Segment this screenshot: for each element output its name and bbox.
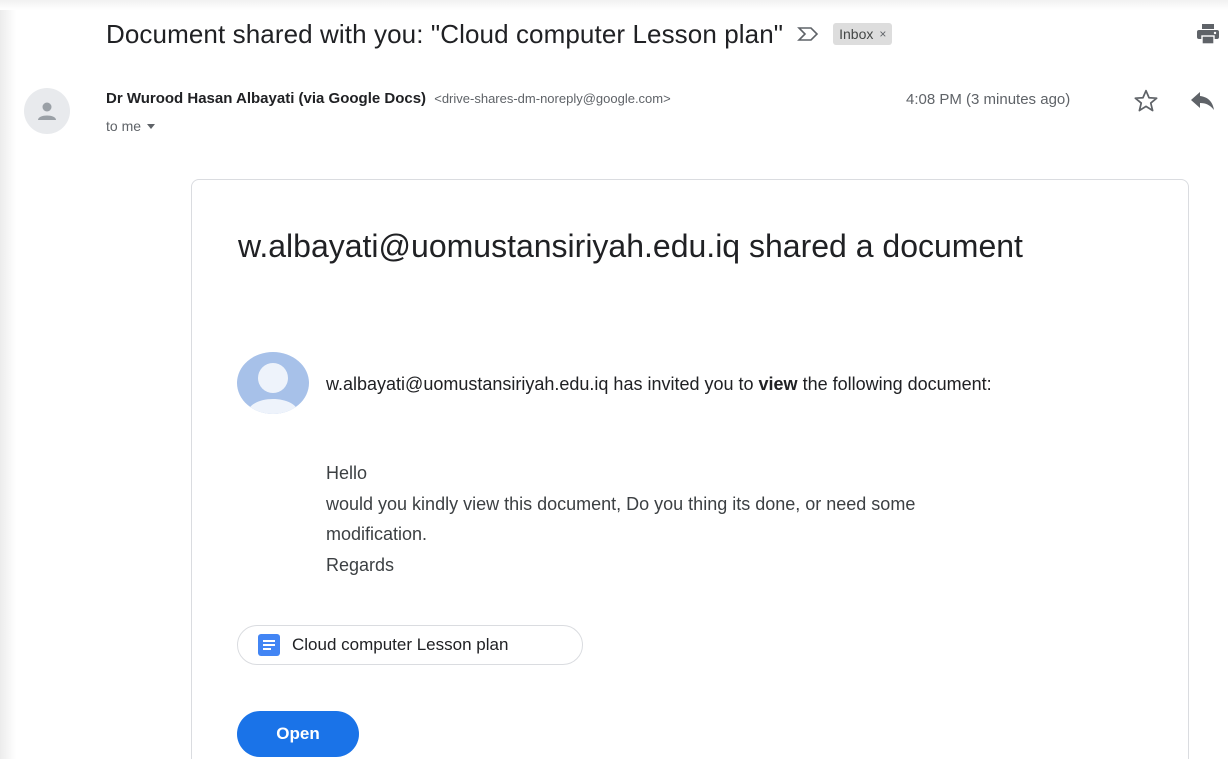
page-left-shadow [0, 0, 16, 759]
recipient-details-toggle[interactable]: to me [106, 118, 156, 134]
recipient-summary: to me [106, 118, 142, 134]
share-notification-card: w.albayati@uomustansiriyah.edu.iq shared… [191, 179, 1189, 759]
reply-icon [1191, 92, 1214, 110]
email-timestamp: 4:08 PM (3 minutes ago) [906, 91, 1071, 108]
reply-button[interactable] [1190, 90, 1216, 112]
sender-line: Dr Wurood Hasan Albayati (via Google Doc… [106, 90, 671, 107]
message-line: Regards [326, 554, 395, 575]
label-chip-text: Inbox [839, 26, 874, 42]
person-icon [247, 363, 299, 414]
sender-email: <drive-shares-dm-noreply@google.com> [434, 91, 671, 106]
sender-name[interactable]: Dr Wurood Hasan Albayati (via Google Doc… [106, 90, 426, 107]
invite-text-suffix: the following document: [797, 374, 992, 394]
person-icon [38, 102, 56, 120]
print-button[interactable] [1196, 22, 1220, 46]
importance-marker-icon[interactable] [797, 26, 819, 42]
star-icon [1134, 89, 1158, 112]
invite-text-prefix: w.albayati@uomustansiriyah.edu.iq has in… [326, 374, 759, 394]
document-chip[interactable]: Cloud computer Lesson plan [237, 625, 583, 665]
message-line: modification. [326, 524, 428, 544]
message-line: would you kindly view this document, Do … [326, 493, 916, 514]
share-message: Hello would you kindly view this documen… [326, 458, 1126, 580]
subject-row: Document shared with you: "Cloud compute… [106, 14, 893, 54]
sharer-avatar [237, 352, 309, 414]
share-card-title: w.albayati@uomustansiriyah.edu.iq shared… [238, 228, 1023, 264]
sender-avatar[interactable] [24, 88, 70, 134]
invite-text: w.albayati@uomustansiriyah.edu.iq has in… [326, 369, 1086, 399]
message-line: Hello [326, 463, 368, 483]
invite-permission: view [758, 374, 798, 394]
chevron-down-icon [147, 123, 156, 129]
google-docs-icon [258, 634, 280, 656]
print-icon [1197, 24, 1219, 44]
star-button[interactable] [1133, 88, 1159, 114]
page-top-shadow [0, 0, 1228, 10]
inbox-label-chip[interactable]: Inbox × [833, 23, 893, 45]
open-document-button[interactable]: Open [237, 711, 359, 757]
remove-label-button[interactable]: × [879, 27, 886, 41]
document-chip-label: Cloud computer Lesson plan [292, 635, 509, 654]
email-subject: Document shared with you: "Cloud compute… [106, 18, 784, 49]
